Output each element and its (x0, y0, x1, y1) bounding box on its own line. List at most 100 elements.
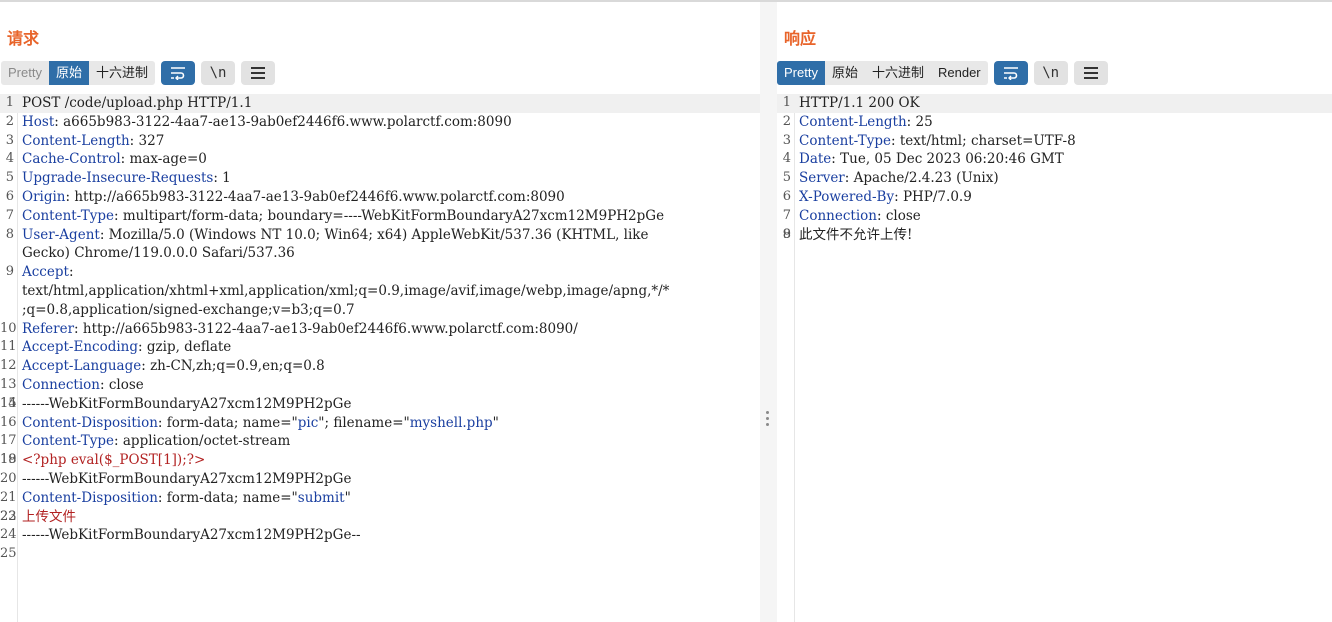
code-line: 5 Server: Apache/2.4.23 (Unix) (777, 169, 1332, 188)
code-line: 6 Origin: http://a665b983-3122-4aa7-ae13-… (0, 188, 760, 207)
header-name: Content-Disposition (22, 489, 158, 506)
tab-raw[interactable]: 原始 (48, 61, 89, 85)
code-line: 2 Host: a665b983-3122-4aa7-ae13-9ab0ef244… (0, 113, 760, 132)
header-name: Origin (22, 188, 66, 205)
line-number: 15 (0, 395, 17, 411)
line-text: application/octet-stream (118, 433, 291, 450)
header-name: Server (799, 170, 845, 187)
response-toolbar: Pretty 原始 十六进制 Render \n (777, 60, 1108, 86)
request-editor[interactable]: 1 POST /code/upload.php HTTP/1.1 2 Host: a6… (0, 94, 760, 622)
wrap-icon[interactable] (161, 61, 195, 85)
line-number: 19 (0, 452, 17, 468)
line-text: form-data; name=" (162, 414, 298, 431)
line-text: zh-CN,zh;q=0.9,en;q=0.8 (145, 358, 325, 375)
pane-divider[interactable] (760, 2, 777, 622)
line-number: 1 (782, 95, 791, 110)
line-text: text/html; charset=UTF-8 (895, 132, 1076, 149)
line-text: " (492, 414, 499, 431)
code-line: 1 POST /code/upload.php HTTP/1.1 (0, 94, 760, 113)
header-name: Accept-Language (22, 358, 142, 375)
header-name: Content-Length (22, 132, 130, 149)
code-line: 9 Accept: (0, 263, 760, 282)
header-name: Content-Type (22, 433, 115, 450)
code-line: 17 Content-Type: application/octet-stream (0, 433, 291, 450)
line-text: close (881, 207, 921, 224)
line-number: 23 (0, 508, 17, 524)
line-number: 6 (5, 188, 14, 204)
tab-raw[interactable]: 原始 (825, 61, 865, 85)
string-value: myshell.php (409, 414, 493, 431)
line-text: POST /code/upload.php HTTP/1.1 (22, 95, 253, 111)
string-value: submit (297, 489, 345, 506)
line-number: 9 (5, 264, 14, 280)
menu-icon[interactable] (1073, 61, 1108, 85)
code-line: 24 ------WebKitFormBoundaryA27xcm12M9PH2p… (0, 526, 760, 545)
line-text: 327 (134, 132, 165, 149)
line-number: 12 (0, 358, 17, 374)
line-text: multipart/form-data; boundary=----WebKit… (118, 207, 665, 224)
header-name: Connection (799, 207, 877, 224)
request-code[interactable]: 1 POST /code/upload.php HTTP/1.1 2 Host: a6… (0, 94, 760, 561)
header-name: Upgrade-Insecure-Requests (22, 170, 214, 187)
line-number: 1 (5, 95, 14, 110)
code-line: 23 上传文件 (0, 508, 760, 527)
request-toolbar: Pretty 原始 十六进制 \n (1, 60, 275, 86)
request-title: 请求 (7, 31, 40, 48)
tab-pretty[interactable]: Pretty (777, 61, 825, 85)
wrap-icon[interactable] (993, 61, 1028, 85)
line-text: Mozilla/5.0 (Windows NT 10.0; Win64; x64… (104, 226, 649, 243)
tab-hex[interactable]: 十六进制 (865, 61, 931, 85)
code-line: 15 ------WebKitFormBoundaryA27xcm12M9PH2p… (0, 395, 760, 414)
line-number: 2 (782, 113, 791, 129)
code-line: 3 Content-Length: 327 (0, 132, 760, 151)
header-name: User-Agent (22, 226, 100, 243)
code-line: 20 ------WebKitFormBoundaryA27xcm12M9PH2p… (0, 470, 760, 489)
code-line: 13 Connection: close (0, 376, 144, 393)
line-text: 25 (911, 113, 933, 130)
line-number: 5 (5, 170, 14, 186)
string-value: pic (297, 414, 319, 431)
newline-icon[interactable]: \n (201, 61, 235, 85)
code-line: 11 Accept-Encoding: gzip, deflate (0, 339, 232, 356)
code-line: 7 Connection: close (777, 207, 1332, 226)
line-text: close (104, 376, 144, 393)
code-line: 7 Content-Type: multipart/form-data; boun… (0, 207, 760, 226)
line-number: 16 (0, 414, 17, 430)
header-name: Accept (22, 264, 69, 281)
response-editor[interactable]: 1 HTTP/1.1 200 OK 2 Content-Length: 25 3 Cont… (777, 94, 1332, 622)
header-name: Date (799, 151, 832, 168)
code-line: 2 Content-Length: 25 (777, 113, 1332, 132)
tab-hex[interactable]: 十六进制 (89, 61, 155, 85)
line-number: 6 (782, 188, 791, 204)
line-number: 13 (0, 376, 17, 392)
line-text: "; filename=" (318, 414, 410, 431)
header-name: Cache-Control (22, 151, 121, 168)
line-number: 10 (0, 320, 17, 336)
tab-render[interactable]: Render (931, 61, 988, 85)
code-line: 1 HTTP/1.1 200 OK (777, 94, 1332, 113)
header-name: Content-Length (799, 113, 907, 130)
newline-icon[interactable]: \n (1033, 61, 1068, 85)
line-number: 24 (0, 527, 17, 543)
request-view-tabs: Pretty 原始 十六进制 (1, 61, 155, 85)
menu-icon[interactable] (241, 61, 275, 85)
code-line: 16 Content-Disposition: form-data; name="… (0, 414, 499, 431)
drag-handle-icon[interactable] (766, 411, 770, 429)
line-text: ------WebKitFormBoundaryA27xcm12M9PH2pGe (22, 470, 352, 487)
code-line: 3 Content-Type: text/html; charset=UTF-8 (777, 132, 1332, 151)
line-number: 21 (0, 489, 17, 505)
code-line: 10 Referer: http://a665b983-3122-4aa7-ae1… (0, 320, 578, 337)
line-number: 20 (0, 470, 17, 486)
line-number: 4 (782, 151, 791, 167)
header-name: Content-Disposition (22, 414, 158, 431)
code-line: 5 Upgrade-Insecure-Requests: 1 (0, 169, 760, 188)
line-text: form-data; name=" (162, 489, 298, 506)
line-text: ------WebKitFormBoundaryA27xcm12M9PH2pGe… (22, 527, 361, 544)
response-code[interactable]: 1 HTTP/1.1 200 OK 2 Content-Length: 25 3 Cont… (777, 94, 1332, 244)
line-number: 7 (5, 207, 14, 223)
line-number: 25 (0, 546, 17, 562)
line-text: HTTP/1.1 200 OK (799, 95, 920, 111)
tab-pretty[interactable]: Pretty (1, 61, 49, 85)
header-name: Referer (22, 320, 75, 337)
line-text: http://a665b983-3122-4aa7-ae13-9ab0ef244… (78, 320, 578, 337)
